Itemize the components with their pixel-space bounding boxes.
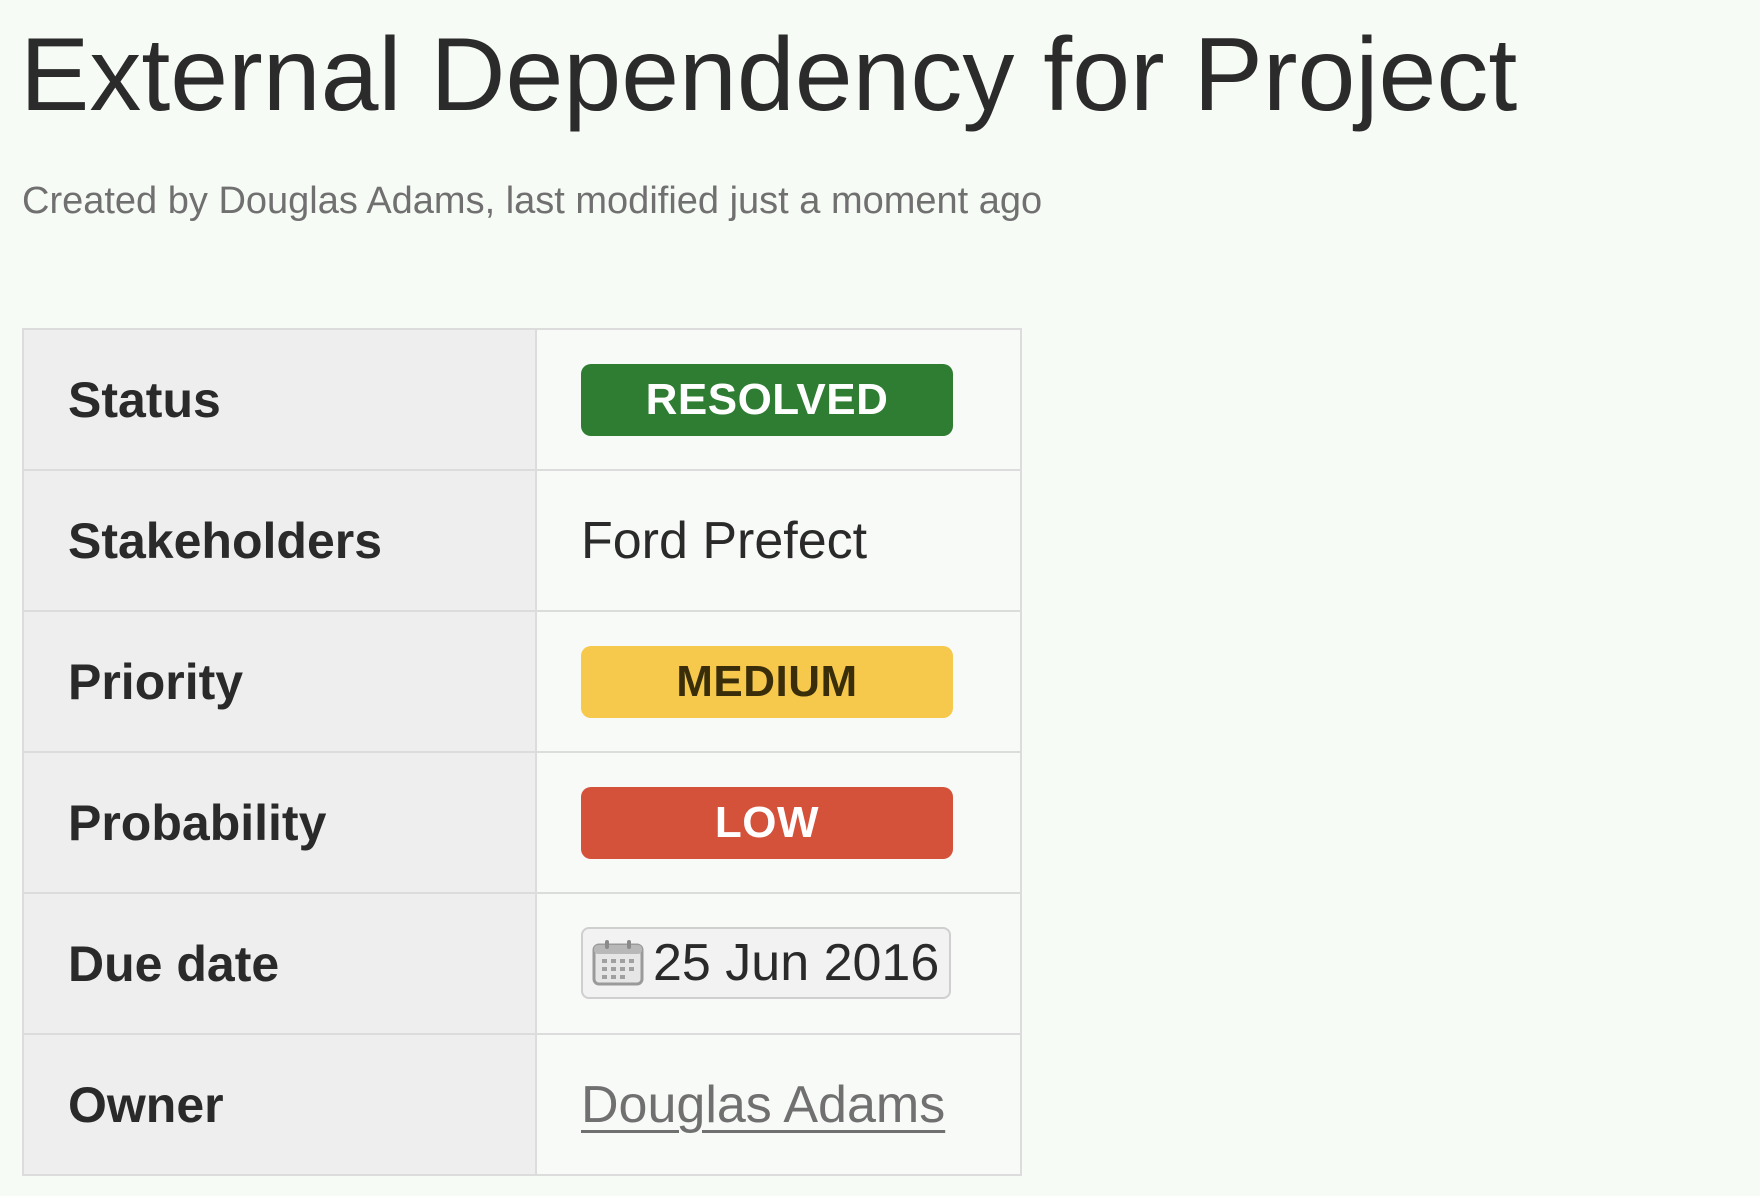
- table-row-stakeholders: Stakeholders Ford Prefect: [22, 469, 1022, 612]
- table-row-owner: Owner Douglas Adams: [22, 1033, 1022, 1176]
- calendar-icon: [592, 940, 644, 986]
- priority-cell: MEDIUM: [535, 610, 1022, 753]
- stakeholders-label: Stakeholders: [22, 469, 537, 612]
- priority-badge: MEDIUM: [581, 645, 953, 718]
- due-date-label: Due date: [22, 892, 537, 1035]
- probability-badge: LOW: [581, 786, 953, 859]
- owner-user-link[interactable]: Douglas Adams: [581, 1076, 945, 1134]
- owner-label: Owner: [22, 1033, 537, 1176]
- probability-cell: LOW: [535, 751, 1022, 894]
- table-row-status: Status RESOLVED: [22, 328, 1022, 471]
- page-byline: Created by Douglas Adams, last modified …: [22, 180, 1043, 222]
- table-row-due-date: Due date 25 Jun 2016: [22, 892, 1022, 1035]
- due-date-value: 25 Jun 2016: [653, 934, 940, 992]
- table-row-priority: Priority MEDIUM: [22, 610, 1022, 753]
- status-badge: RESOLVED: [581, 363, 953, 436]
- page-container: External Dependency for Project Created …: [0, 0, 1760, 1196]
- due-date-chip[interactable]: 25 Jun 2016: [581, 927, 952, 999]
- priority-label: Priority: [22, 610, 537, 753]
- due-date-cell: 25 Jun 2016: [535, 892, 1022, 1035]
- status-cell: RESOLVED: [535, 328, 1022, 471]
- owner-cell: Douglas Adams: [535, 1033, 1022, 1176]
- page-properties-table: Status RESOLVED Stakeholders Ford Prefec…: [22, 328, 1022, 1176]
- table-row-probability: Probability LOW: [22, 751, 1022, 894]
- status-label: Status: [22, 328, 537, 471]
- stakeholders-value: Ford Prefect: [535, 469, 1022, 612]
- page-title: External Dependency for Project: [20, 17, 1518, 133]
- probability-label: Probability: [22, 751, 537, 894]
